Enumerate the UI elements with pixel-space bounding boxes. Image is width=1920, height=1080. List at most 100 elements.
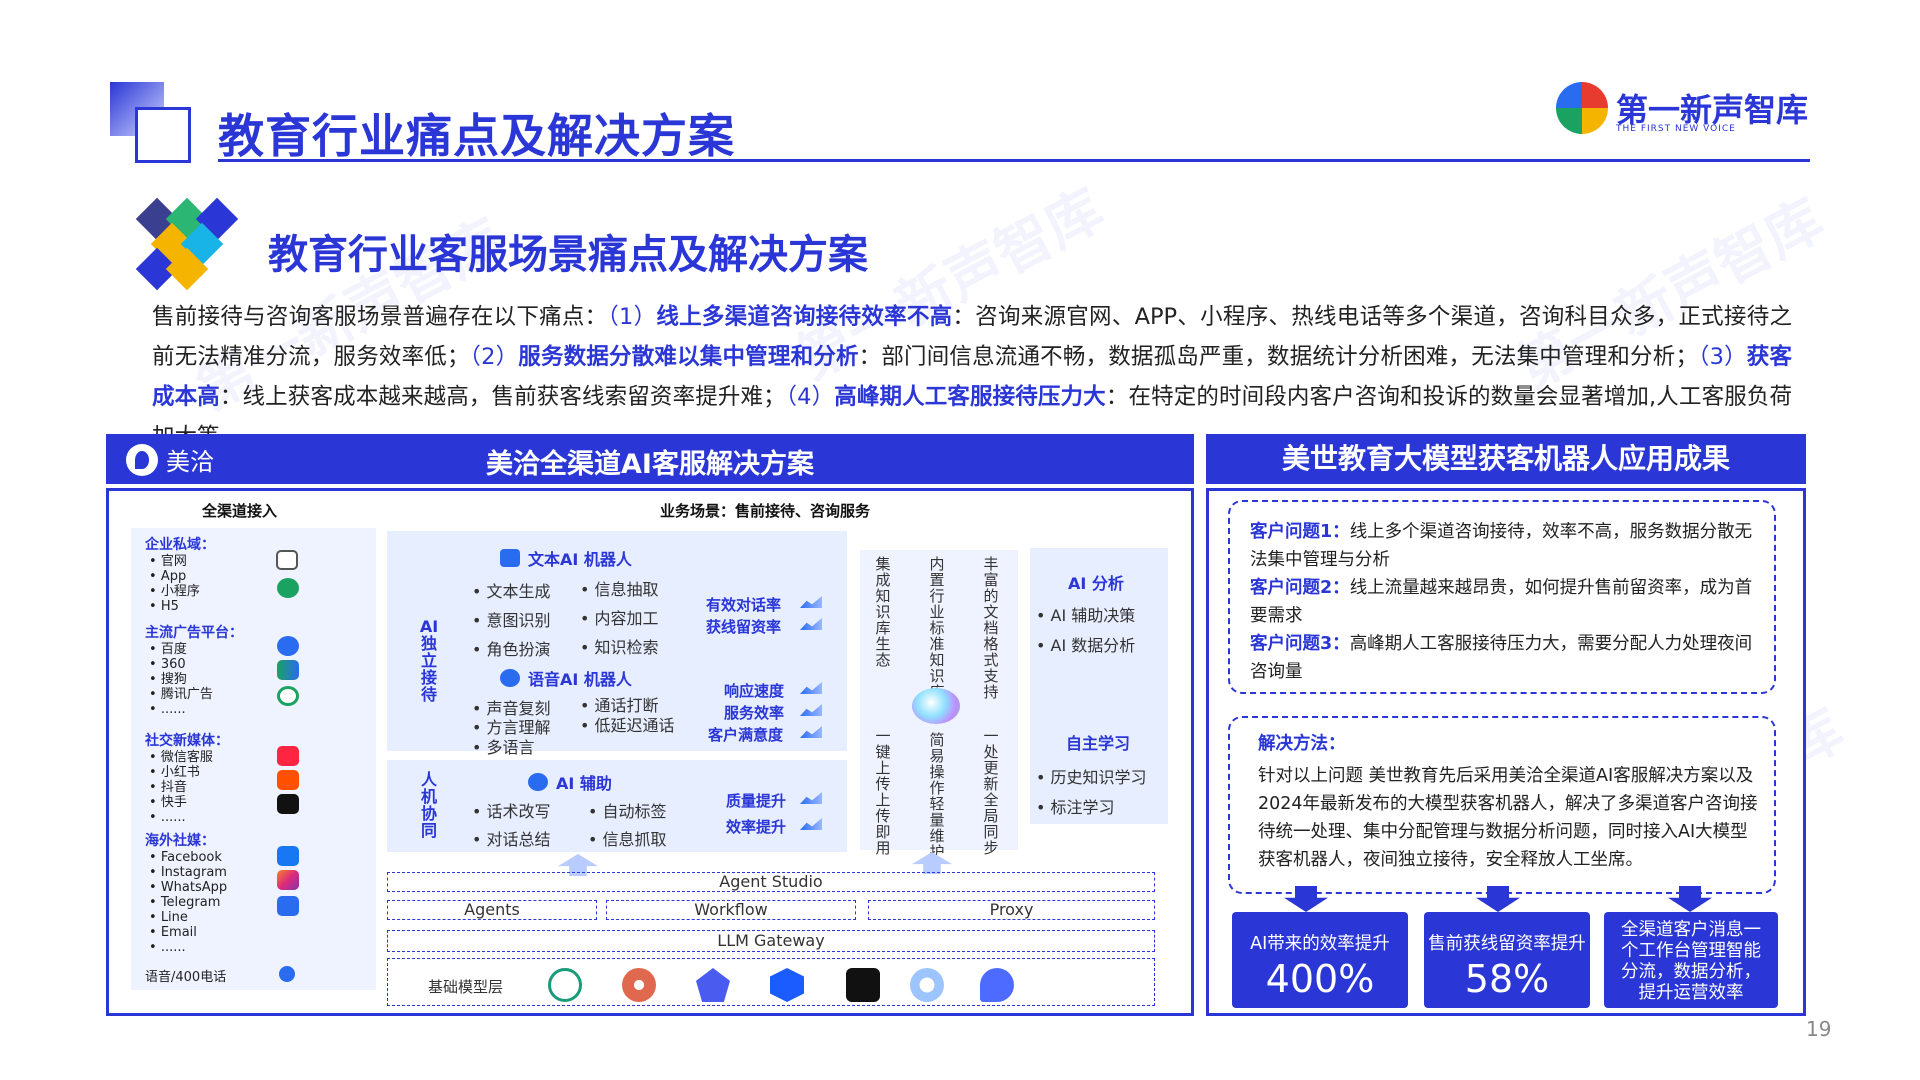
channel-item: 小红书 [149, 765, 229, 780]
text-ai-item: 文本生成 [472, 578, 551, 602]
title-decoration [135, 107, 191, 163]
text-ai-item: 内容加工 [580, 605, 659, 629]
agents-layer: Agents [387, 900, 597, 920]
ai-orb-icon [912, 688, 960, 724]
xiaohongshu-icon [277, 746, 299, 766]
pain-number: （4） [785, 384, 835, 410]
channel-item: 腾讯广告 [149, 687, 243, 702]
instagram-icon [277, 870, 299, 890]
channel-item: 搜狗 [149, 672, 243, 687]
kimi-icon [846, 968, 880, 1002]
ai-analysis-item: AI 辅助决策 [1036, 602, 1136, 626]
left-panel-header: 美洽 美洽全渠道AI客服解决方案 [106, 434, 1194, 484]
proxy-layer: Proxy [868, 900, 1155, 920]
problem-label: 客户问题1： [1250, 522, 1350, 542]
doubao-icon [910, 968, 944, 1002]
channel-item: ...... [149, 940, 227, 955]
channel-item: H5 [149, 599, 215, 614]
result-card: AI带来的效率提升 400% [1232, 912, 1408, 1008]
channel-group: 海外社媒： Facebook Instagram WhatsApp Telegr… [145, 830, 227, 955]
metric-label: 质量提升 [726, 792, 787, 810]
knowledge-benefit: 简易操作 轻量维护 [929, 731, 945, 861]
phone-channel: 语音/400电话 [145, 970, 227, 985]
kuaishou-icon [277, 770, 299, 790]
channel-item: WhatsApp [149, 880, 227, 895]
pain-title: 高峰期人工客服接待压力大 [834, 384, 1106, 410]
text-ai-item: 信息抽取 [580, 576, 659, 600]
channel-item: ...... [149, 702, 243, 717]
pain-number: （3） [1697, 344, 1747, 370]
pain-title: 线上多渠道咨询接待效率不高 [656, 304, 953, 330]
text-ai-title: 文本AI 机器人 [500, 546, 632, 570]
result-value: 58% [1464, 957, 1550, 1001]
text-ai-icon [500, 549, 520, 567]
metric-label: 效率提升 [726, 818, 787, 836]
pain-number: （2） [469, 344, 519, 370]
channel-item: Instagram [149, 865, 227, 880]
left-panel-title: 美洽全渠道AI客服解决方案 [486, 449, 814, 480]
email-icon [277, 896, 299, 916]
intro-paragraph: 售前接待与咨询客服场景普遍存在以下痛点：（1）线上多渠道咨询接待效率不高：咨询来… [152, 297, 1792, 457]
channels-header: 全渠道接入 [202, 502, 278, 520]
brand-logo: 第一新声智库 THE FIRST NEW VOICE [1556, 82, 1808, 134]
human-collab-label: 人机协同 [420, 770, 437, 840]
website-icon [276, 550, 298, 570]
channel-item: Telegram [149, 895, 227, 910]
metric-label: 获线留资率 [706, 618, 782, 636]
ai-assist-item: 自动标签 [588, 798, 667, 822]
result-value: 400% [1265, 957, 1375, 1001]
text-ai-item: 意图识别 [472, 607, 551, 631]
result-card: 售前获线留资率提升 58% [1424, 912, 1590, 1008]
knowledge-feature: 丰富的文档格式支持 [983, 555, 999, 701]
problem-label: 客户问题2： [1250, 578, 1350, 598]
openai-icon [548, 968, 582, 1002]
logo-subtitle: THE FIRST NEW VOICE [1616, 124, 1736, 134]
logo-mark-icon [1556, 82, 1608, 134]
voice-ai-item: 低延迟通话 [580, 712, 675, 736]
miniprogram-icon [277, 578, 299, 598]
channel-item: 小程序 [149, 584, 215, 599]
ai-assist-icon [528, 773, 548, 791]
tencent-ads-icon [277, 686, 299, 706]
problem-label: 客户问题3： [1250, 634, 1350, 654]
intro-lead: 售前接待与咨询客服场景普遍存在以下痛点： [152, 304, 608, 330]
pain-number: （1） [607, 304, 657, 330]
result-label: 售前获线留资率提升 [1428, 934, 1586, 954]
self-learning-item: 标注学习 [1036, 794, 1115, 818]
channel-item: 360 [149, 657, 243, 672]
llm-gateway-layer: LLM Gateway [387, 930, 1155, 952]
voice-ai-item: 多语言 [472, 734, 535, 758]
ai-assist-item: 对话总结 [472, 826, 551, 850]
scene-header: 业务场景：售前接待、咨询服务 [660, 502, 871, 520]
channel-item: ...... [149, 810, 229, 825]
agent-studio-layer: Agent Studio [387, 872, 1155, 892]
channel-item: Line [149, 910, 227, 925]
channel-item: 官网 [149, 554, 215, 569]
channel-list: 企业私域： 官网 App 小程序 H5 主流广告平台： 百度 360 搜狗 腾讯… [131, 528, 376, 990]
right-panel-title: 美世教育大模型获客机器人应用成果 [1206, 434, 1806, 484]
pain-text: ：部门间信息流通不畅，数据孤岛严重，数据统计分析困难，无法集中管理和分析； [858, 344, 1698, 370]
ai-analysis-item: AI 数据分析 [1036, 632, 1136, 656]
self-learning-title: 自主学习 [1066, 734, 1131, 753]
page-title: 教育行业痛点及解决方案 [218, 109, 735, 163]
ai-assist-title: AI 辅助 [528, 770, 612, 794]
solution-text: 针对以上问题 美世教育先后采用美洽全渠道AI客服解决方案以及2024年最新发布的… [1258, 766, 1758, 870]
page-number: 19 [1806, 1017, 1832, 1041]
result-label: AI带来的效率提升 [1250, 934, 1390, 954]
channel-item: App [149, 569, 215, 584]
ai-assist-item: 话术改写 [472, 798, 551, 822]
channel-group: 社交新媒体： 微信客服 小红书 抖音 快手 ...... [145, 730, 229, 825]
text-ai-item: 角色扮演 [472, 636, 551, 660]
ai-assist-item: 信息抓取 [588, 826, 667, 850]
channel-group: 企业私域： 官网 App 小程序 H5 [145, 534, 215, 614]
diamond-cluster-icon [135, 197, 239, 291]
pain-title: 服务数据分散难以集中管理和分析 [518, 344, 859, 370]
knowledge-feature: 集成知识库生态 [875, 555, 891, 669]
knowledge-feature: 内置行业标准知识库 [929, 555, 945, 700]
result-label: 全渠道客户消息一个工作台管理智能分流，数据分析，提升运营效率 [1621, 920, 1761, 1003]
knowledge-benefit: 一键上传 上传即用 [875, 727, 891, 857]
base-model-label: 基础模型层 [428, 978, 504, 996]
metric-label: 客户满意度 [708, 726, 784, 744]
metric-label: 服务效率 [724, 704, 785, 722]
channel-item: 抖音 [149, 780, 229, 795]
